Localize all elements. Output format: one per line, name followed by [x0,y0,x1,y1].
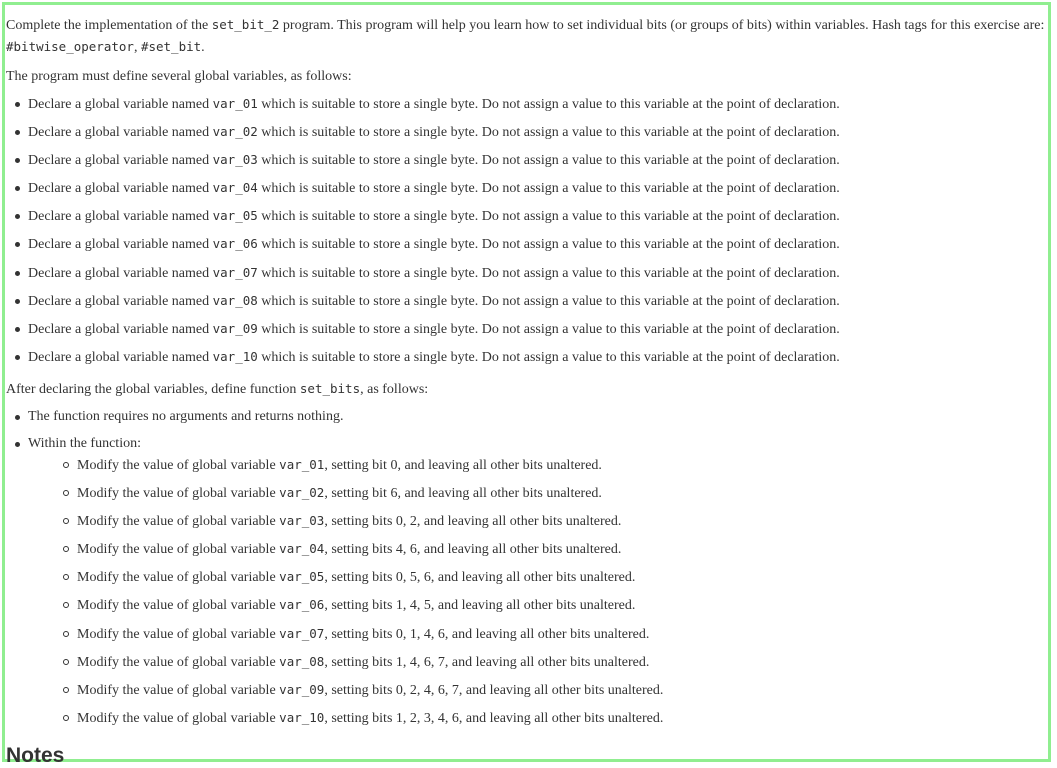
item-text: , setting bits 0, 1, 4, 6, and leaving a… [324,627,650,642]
item-text: which is suitable to store a single byte… [257,125,840,140]
item-text: , setting bits 0, 2, and leaving all oth… [324,514,622,529]
item-text: , setting bits 1, 4, 6, 7, and leaving a… [324,655,650,670]
item-text: , setting bit 6, and leaving all other b… [324,486,602,501]
variable-code: var_05 [279,569,325,584]
variable-code: var_10 [279,710,325,725]
list-item: Modify the value of global variable var_… [63,455,602,475]
list-item: Declare a global variable named var_01 w… [15,94,840,114]
item-text: Declare a global variable named [28,125,213,140]
item-text: Modify the value of global variable [77,514,280,529]
item-text: Declare a global variable named [28,294,213,309]
list-item: Modify the value of global variable var_… [62,624,650,644]
variable-code: var_04 [212,180,258,195]
variable-code: var_06 [279,597,325,612]
item-text: which is suitable to store a single byte… [257,153,840,168]
function-heading-text: After declaring the global variables, de… [6,382,300,397]
hashtag-separator: , [133,40,141,55]
item-text: which is suitable to store a single byte… [257,181,840,196]
variable-code: var_01 [279,457,325,472]
item-text: Modify the value of global variable [77,486,280,501]
globals-heading: The program must define several global v… [6,69,352,84]
item-text: Declare a global variable named [28,237,213,252]
variable-code: var_10 [212,349,258,364]
item-text: , setting bits 4, 6, and leaving all oth… [324,542,622,557]
item-text: which is suitable to store a single byte… [257,322,840,337]
item-text: , setting bits 1, 4, 5, and leaving all … [324,598,636,613]
variable-code: var_02 [212,124,258,139]
item-text: which is suitable to store a single byte… [257,209,840,224]
intro-text-start: Complete the implementation of the [6,18,212,33]
list-item: Declare a global variable named var_08 w… [15,291,840,311]
list-item: Modify the value of global variable var_… [62,652,650,672]
hashtag-bitwise-operator: #bitwise_operator [6,39,134,54]
variable-code: var_06 [212,236,258,251]
item-text: which is suitable to store a single byte… [257,294,840,309]
list-item: Modify the value of global variable var_… [62,539,622,559]
item-text: Modify the value of global variable [77,598,280,613]
intro-text-middle: program. This program will help you lear… [279,18,1045,33]
list-item: Declare a global variable named var_04 w… [15,178,840,198]
list-item: Declare a global variable named var_05 w… [15,206,840,226]
variable-code: var_09 [212,321,258,336]
item-text: Modify the value of global variable [77,627,280,642]
item-text: , setting bits 0, 2, 4, 6, 7, and leavin… [324,683,664,698]
item-text: Declare a global variable named [28,209,213,224]
list-item: Declare a global variable named var_09 w… [15,319,840,339]
function-heading: After declaring the global variables, de… [6,378,428,400]
item-text: , setting bits 1, 2, 3, 4, 6, and leavin… [324,711,664,726]
program-name-code: set_bit_2 [211,17,280,32]
item-text: Declare a global variable named [28,153,213,168]
function-name-code: set_bits [299,381,361,396]
variable-code: var_09 [279,682,325,697]
intro-paragraph: Complete the implementation of the set_b… [6,14,1051,58]
item-text: Declare a global variable named [28,322,213,337]
variable-code: var_01 [212,96,258,111]
hashtag-set-bit: #set_bit [140,39,202,54]
item-text: Modify the value of global variable [77,711,280,726]
list-item-within-function: Within the function: [15,434,141,454]
list-item-no-arguments: The function requires no arguments and r… [14,407,343,427]
item-text: Declare a global variable named [28,350,213,365]
item-text: Modify the value of global variable [77,655,280,670]
list-item: Modify the value of global variable var_… [62,595,636,615]
variable-code: var_03 [212,152,258,167]
variable-code: var_08 [279,654,325,669]
item-text: , setting bits 0, 5, 6, and leaving all … [324,570,636,585]
variable-code: var_02 [279,485,325,500]
item-text: which is suitable to store a single byte… [257,350,840,365]
variable-code: var_04 [279,541,325,556]
variable-code: var_05 [212,208,258,223]
variable-code: var_07 [279,626,325,641]
variable-code: var_03 [279,513,325,528]
list-item: Declare a global variable named var_07 w… [15,263,840,283]
item-text: which is suitable to store a single byte… [257,266,840,281]
list-item: Declare a global variable named var_03 w… [15,150,840,170]
intro-text-end: . [201,40,205,55]
list-item: Declare a global variable named var_06 w… [15,234,840,254]
item-text: Modify the value of global variable [77,458,280,473]
function-heading-text-end: , as follows: [360,382,429,397]
item-text: Modify the value of global variable [77,683,280,698]
list-item: Modify the value of global variable var_… [62,511,622,531]
item-text: which is suitable to store a single byte… [257,237,840,252]
list-item: Declare a global variable named var_10 w… [15,347,840,367]
notes-heading: Notes [6,744,65,767]
list-item: Declare a global variable named var_02 w… [15,122,840,142]
item-text: Declare a global variable named [28,266,213,281]
list-item: Modify the value of global variable var_… [63,483,602,503]
item-text: Modify the value of global variable [77,570,280,585]
variable-code: var_07 [212,265,258,280]
list-item: Modify the value of global variable var_… [62,708,664,728]
item-text: , setting bit 0, and leaving all other b… [324,458,602,473]
item-text: Declare a global variable named [28,97,213,112]
list-item: Modify the value of global variable var_… [62,567,636,587]
variable-code: var_08 [212,293,258,308]
item-text: which is suitable to store a single byte… [257,97,840,112]
list-item: Modify the value of global variable var_… [62,680,664,700]
item-text: Declare a global variable named [28,181,213,196]
item-text: Modify the value of global variable [77,542,280,557]
